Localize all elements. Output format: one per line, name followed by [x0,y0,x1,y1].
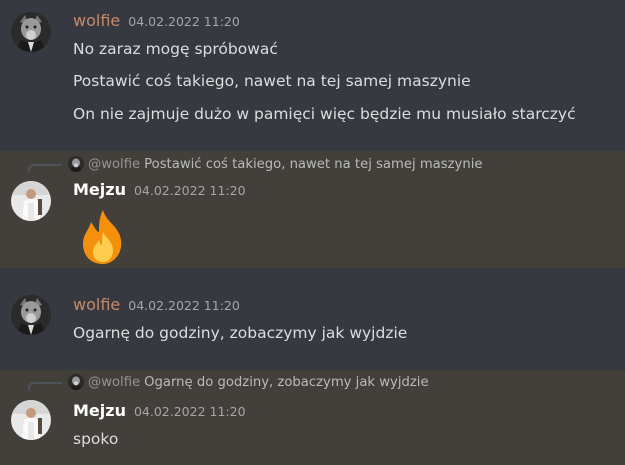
message-group-wolfie-2: wolfie 04.02.2022 11:20 Ogarnę do godzin… [0,268,625,368]
message-timestamp: 04.02.2022 11:20 [133,404,246,419]
wolfie-avatar[interactable] [11,12,51,52]
message-timestamp: 04.02.2022 11:20 [128,298,240,313]
reply-text[interactable]: Postawić coś takiego, nawet na tej samej… [144,157,482,172]
author-name[interactable]: wolfie [73,11,120,30]
author-name[interactable]: Mejzu [73,401,126,420]
message-text: No zaraz mogę spróbować [73,40,278,58]
message-header: wolfie 04.02.2022 11:20 [73,11,240,33]
wolfie-reply-avatar [68,156,84,172]
message-header: Mejzu 04.02.2022 11:20 [73,180,246,202]
fire-emoji[interactable] [73,206,133,266]
reply-preview[interactable]: @wolfie Postawić coś takiego, nawet na t… [28,155,482,173]
reply-mention[interactable]: @wolfie [88,157,140,172]
wolfie-avatar[interactable] [11,295,51,335]
message-header: wolfie 04.02.2022 11:20 [73,295,240,317]
message-text: Postawić coś takiego, nawet na tej samej… [73,72,471,90]
reply-text[interactable]: Ogarnę do godziny, zobaczymy jak wyjdzie [144,375,428,390]
message-group-wolfie-1: wolfie 04.02.2022 11:20 No zaraz mogę sp… [0,0,625,150]
author-name[interactable]: Mejzu [73,180,126,199]
message-group-mejzu-1: @wolfie Postawić coś takiego, nawet na t… [0,151,625,268]
reply-spine [28,164,62,172]
message-text: On nie zajmuje dużo w pamięci więc będzi… [73,105,576,123]
message-header: Mejzu 04.02.2022 11:20 [73,401,246,423]
message-text: Ogarnę do godziny, zobaczymy jak wyjdzie [73,324,408,342]
author-name[interactable]: wolfie [73,295,120,314]
mejzu-avatar[interactable] [11,181,51,221]
wolfie-reply-avatar [68,374,84,390]
message-group-mejzu-2: @wolfie Ogarnę do godziny, zobaczymy jak… [0,370,625,465]
message-text: spoko [73,430,119,448]
message-timestamp: 04.02.2022 11:20 [128,14,240,29]
message-timestamp: 04.02.2022 11:20 [133,183,246,198]
reply-preview[interactable]: @wolfie Ogarnę do godziny, zobaczymy jak… [28,373,429,391]
reply-spine [28,382,62,390]
mejzu-avatar[interactable] [11,400,51,440]
reply-mention[interactable]: @wolfie [88,375,140,390]
